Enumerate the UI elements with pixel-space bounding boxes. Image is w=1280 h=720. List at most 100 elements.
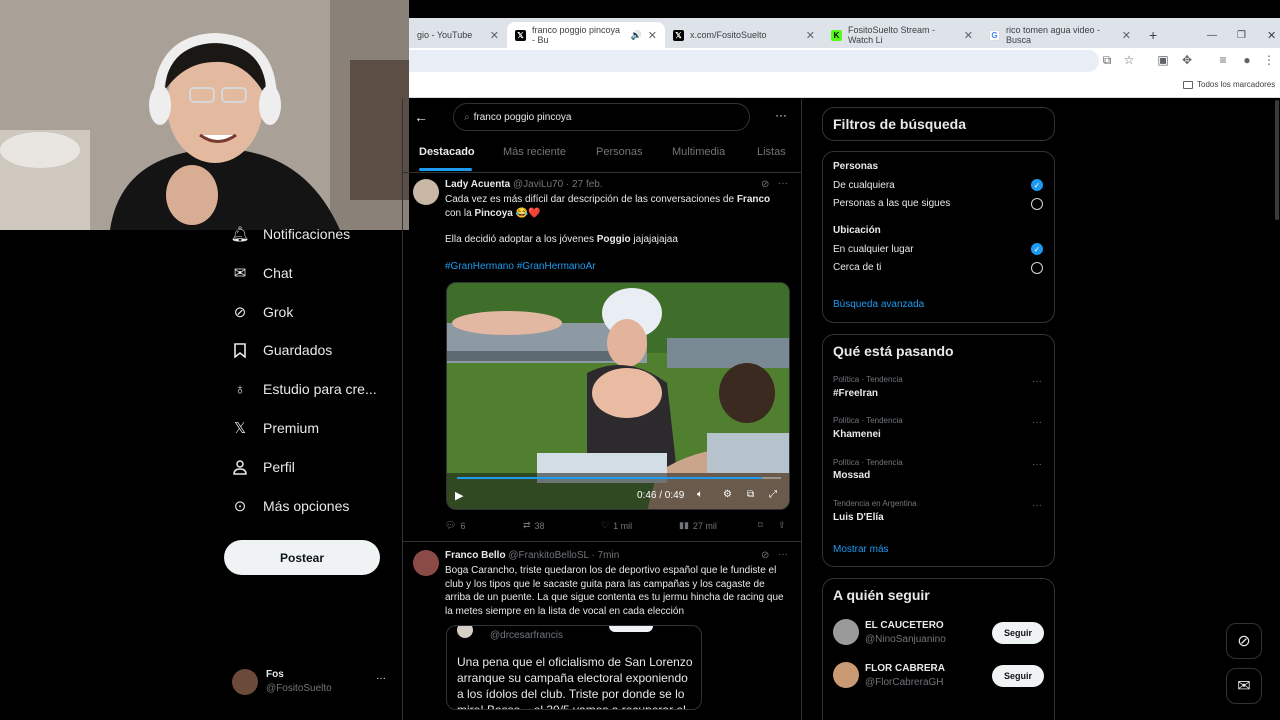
close-tab-icon[interactable]: ✕: [490, 29, 499, 42]
author-name[interactable]: Lady Acuenta: [445, 179, 510, 190]
sidebar-item-chat[interactable]: ✉ Chat: [232, 265, 293, 282]
video-frame: [447, 283, 789, 509]
browser-tab-search[interactable]: 𝕏 franco poggio pincoya - Bu 🔊 ✕: [507, 22, 665, 48]
close-tab-icon[interactable]: ✕: [964, 29, 973, 42]
close-window-icon[interactable]: ✕: [1259, 22, 1280, 48]
tweet-time[interactable]: · 27 feb.: [566, 179, 603, 190]
restore-icon[interactable]: ❐: [1229, 22, 1254, 48]
share-button[interactable]: ⇪: [778, 520, 786, 531]
grok-icon[interactable]: ⊘: [761, 550, 769, 561]
sidebar-item-mas-opciones[interactable]: ⊙ Más opciones: [232, 498, 350, 515]
option-cualquier-lugar[interactable]: En cualquier lugar: [833, 244, 914, 255]
sidebar-item-notificaciones[interactable]: 🔔︎ Notificaciones: [230, 226, 350, 243]
check-icon[interactable]: ✓: [1031, 243, 1043, 255]
address-bar[interactable]: [409, 50, 1099, 72]
pip-icon[interactable]: ⧉: [747, 489, 754, 500]
avatar[interactable]: [413, 179, 439, 205]
sidebar-item-premium[interactable]: 𝕏 Premium: [232, 420, 319, 437]
bookmark-button[interactable]: ⌑: [758, 520, 763, 531]
option-de-cualquiera[interactable]: De cualquiera: [833, 180, 895, 191]
repost-button[interactable]: ⇄ 38: [523, 520, 545, 531]
author-name[interactable]: Franco Bello: [445, 550, 506, 561]
trend-more-icon[interactable]: ···: [1032, 417, 1042, 428]
option-cerca-de-ti[interactable]: Cerca de ti: [833, 262, 881, 273]
tab-personas[interactable]: Personas: [596, 146, 642, 158]
like-button[interactable]: ♡ 1 mil: [601, 520, 632, 531]
tab-multimedia[interactable]: Multimedia: [672, 146, 725, 158]
settings-icon[interactable]: ⚙: [723, 489, 732, 500]
fullscreen-icon[interactable]: ⤢: [769, 489, 777, 500]
author-handle[interactable]: @FrankitoBelloSL: [508, 550, 588, 561]
sidebar-item-perfil[interactable]: Perfil: [232, 459, 295, 475]
hashtags[interactable]: #GranHermano #GranHermanoAr: [445, 260, 795, 274]
close-tab-icon[interactable]: ✕: [1122, 29, 1131, 42]
trend-more-icon[interactable]: ···: [1032, 500, 1042, 511]
browser-tab-youtube[interactable]: gio - YouTube ✕: [409, 22, 507, 48]
quoted-tweet[interactable]: @drcesarfrancis Una pena que el oficiali…: [446, 625, 702, 710]
tab-destacado[interactable]: Destacado: [419, 146, 475, 158]
trend-name[interactable]: Mossad: [833, 470, 870, 481]
sidebar-item-grok[interactable]: ⊘ Grok: [232, 304, 294, 321]
quoted-follow-button[interactable]: [609, 626, 653, 632]
volume-icon[interactable]: 🔈︎: [697, 489, 703, 500]
grok-fab-icon[interactable]: ⊘: [1226, 623, 1262, 659]
avatar[interactable]: [833, 619, 859, 645]
trend-name[interactable]: #FreeIran: [833, 388, 878, 399]
views-button[interactable]: ▮▮ 27 mil: [679, 520, 717, 531]
show-more-link[interactable]: Mostrar más: [833, 544, 889, 555]
trend-name[interactable]: Khamenei: [833, 429, 881, 440]
tab-listas[interactable]: Listas: [757, 146, 786, 158]
close-tab-icon[interactable]: ✕: [806, 29, 815, 42]
browser-tab-profile[interactable]: 𝕏 x.com/FositoSuelto ✕: [665, 22, 823, 48]
account-more-icon[interactable]: ···: [376, 673, 386, 684]
media-control-icon[interactable]: ≡: [1215, 53, 1231, 67]
messages-fab-icon[interactable]: ✉: [1226, 668, 1262, 704]
user-name[interactable]: FLOR CABRERA: [865, 663, 945, 674]
video-player[interactable]: ▶ 0:46 / 0:49 🔈︎ ⚙ ⧉ ⤢: [446, 282, 790, 510]
option-personas-sigues[interactable]: Personas a las que sigues: [833, 198, 950, 209]
search-input[interactable]: ⌕ franco poggio pincoya: [453, 103, 750, 131]
avatar[interactable]: [833, 662, 859, 688]
all-bookmarks[interactable]: Todos los marcadores: [1183, 80, 1275, 89]
profile-avatar-icon[interactable]: ●: [1239, 53, 1255, 67]
reply-button[interactable]: 💬︎ 6: [445, 520, 465, 531]
post-button[interactable]: Postear: [224, 540, 380, 575]
advanced-search-link[interactable]: Búsqueda avanzada: [833, 299, 924, 310]
browser-tab-kick[interactable]: K FositoSuelto Stream - Watch Li ✕: [823, 22, 981, 48]
play-icon[interactable]: ▶: [455, 489, 463, 502]
avatar[interactable]: [413, 550, 439, 576]
tweet-time[interactable]: · 7min: [592, 550, 620, 561]
tweet-text: Cada vez es más difícil dar descripción …: [445, 193, 795, 273]
puzzle-icon[interactable]: ✥: [1179, 53, 1195, 67]
user-name[interactable]: EL CAUCETERO: [865, 620, 944, 631]
author-handle[interactable]: @JaviLu70: [513, 179, 563, 190]
grok-icon[interactable]: ⊘: [761, 179, 769, 190]
browser-tab-google[interactable]: G rico tomen agua video - Busca ✕: [981, 22, 1139, 48]
video-progress-track[interactable]: [457, 477, 781, 479]
follow-button[interactable]: Seguir: [992, 622, 1044, 644]
check-icon[interactable]: ✓: [1031, 179, 1043, 191]
scrollbar-thumb[interactable]: [1275, 100, 1279, 220]
new-tab-button[interactable]: +: [1141, 22, 1161, 48]
follow-button[interactable]: Seguir: [992, 665, 1044, 687]
radio-empty[interactable]: [1031, 262, 1043, 274]
back-arrow-icon[interactable]: ←: [414, 109, 428, 125]
install-app-icon[interactable]: ⧉: [1099, 53, 1115, 68]
tab-mas-reciente[interactable]: Más reciente: [503, 146, 566, 158]
sidebar-item-estudio[interactable]: ♁ Estudio para cre...: [232, 381, 376, 398]
speaker-icon[interactable]: 🔊: [631, 30, 642, 41]
trend-name[interactable]: Luis D'Elía: [833, 512, 884, 523]
tweet-more-icon[interactable]: ···: [778, 549, 788, 560]
extension-icon[interactable]: ▣: [1155, 53, 1171, 67]
trend-more-icon[interactable]: ···: [1032, 376, 1042, 387]
trend-more-icon[interactable]: ···: [1032, 459, 1042, 470]
search-more-icon[interactable]: ···: [775, 108, 787, 122]
radio-empty[interactable]: [1031, 198, 1043, 210]
close-tab-icon[interactable]: ✕: [648, 29, 657, 42]
tweet-more-icon[interactable]: ···: [778, 178, 788, 189]
account-switcher[interactable]: Fos @FositoSuelto ···: [230, 667, 405, 699]
minimize-icon[interactable]: —: [1199, 22, 1225, 48]
menu-icon[interactable]: ⋮: [1261, 53, 1277, 67]
sidebar-item-guardados[interactable]: Guardados: [232, 342, 332, 358]
star-icon[interactable]: ☆: [1121, 53, 1137, 67]
